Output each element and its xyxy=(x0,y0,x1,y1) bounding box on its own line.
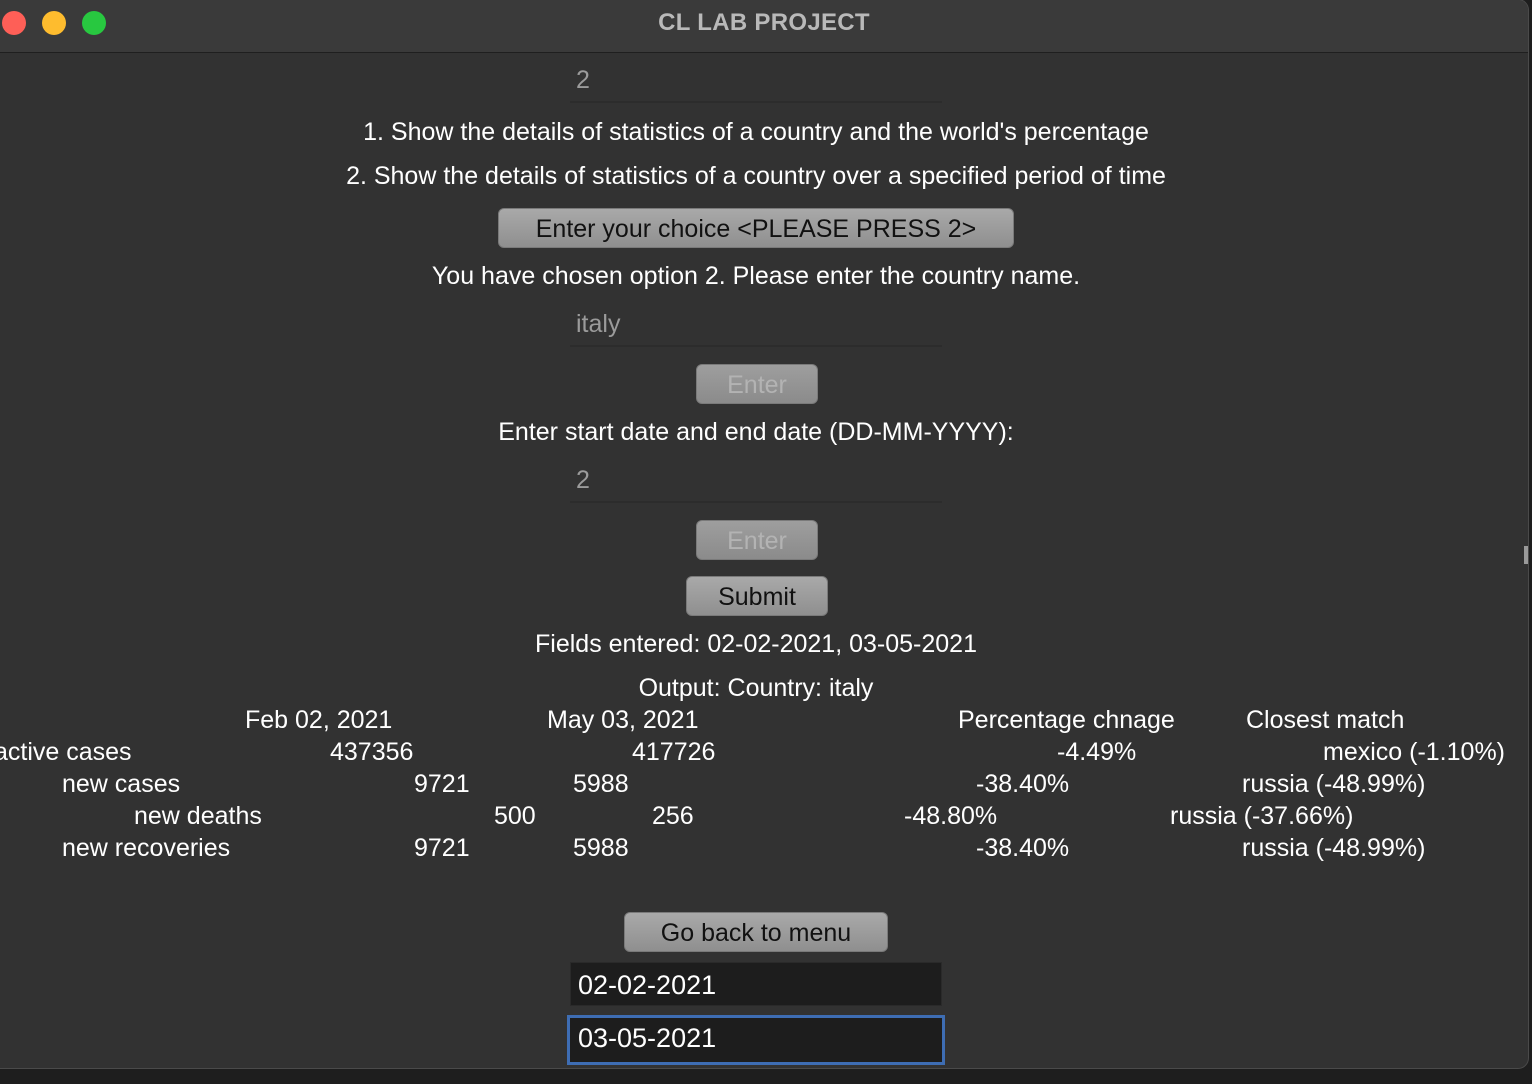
row-end-value: 256 xyxy=(652,802,694,830)
row-change-value: -38.40% xyxy=(976,834,1070,862)
title-bar: CL LAB PROJECT xyxy=(0,0,1528,53)
date-count-input[interactable]: 2 xyxy=(570,457,942,503)
header-end-date: May 03, 2021 xyxy=(547,706,699,734)
row-start-value: 437356 xyxy=(330,738,414,766)
enter-choice-button[interactable]: Enter your choice <PLEASE PRESS 2> xyxy=(498,208,1014,248)
header-closest-match: Closest match xyxy=(1246,706,1405,734)
submit-button[interactable]: Submit xyxy=(686,576,828,616)
row-closest-match: mexico (-1.10%) xyxy=(1323,738,1505,766)
country-input[interactable]: italy xyxy=(570,301,942,347)
fields-entered-text: Fields entered: 02-02-2021, 03-05-2021 xyxy=(535,630,977,658)
row-label: new recoveries xyxy=(62,834,231,862)
row-end-value: 5988 xyxy=(573,834,629,862)
country-prompt: You have chosen option 2. Please enter t… xyxy=(431,262,1081,290)
window-resize-handle[interactable] xyxy=(1524,546,1528,564)
row-start-value: 500 xyxy=(494,802,536,830)
row-label: active cases xyxy=(0,738,132,766)
row-closest-match: russia (-48.99%) xyxy=(1242,770,1426,798)
header-percentage-change: Percentage chnage xyxy=(958,706,1175,734)
row-start-value: 9721 xyxy=(414,770,470,798)
row-change-value: -4.49% xyxy=(1057,738,1137,766)
row-closest-match: russia (-48.99%) xyxy=(1242,834,1426,862)
row-end-value: 417726 xyxy=(632,738,716,766)
row-closest-match: russia (-37.66%) xyxy=(1170,802,1354,830)
window-title: CL LAB PROJECT xyxy=(658,9,870,36)
row-change-value: -38.40% xyxy=(976,770,1070,798)
go-back-to-menu-button[interactable]: Go back to menu xyxy=(624,912,888,952)
header-start-date: Feb 02, 2021 xyxy=(245,706,393,734)
menu-option-2: 2. Show the details of statistics of a c… xyxy=(346,162,1166,190)
date-prompt: Enter start date and end date (DD-MM-YYY… xyxy=(498,418,1014,446)
row-label: new deaths xyxy=(134,802,262,830)
menu-choice-input[interactable]: 2 xyxy=(570,57,942,103)
menu-option-1: 1. Show the details of statistics of a c… xyxy=(363,118,1149,146)
row-change-value: -48.80% xyxy=(904,802,998,830)
app-window: CL LAB PROJECT 2 1. Show the details of … xyxy=(0,0,1528,1068)
country-enter-button[interactable]: Enter xyxy=(696,364,818,404)
output-heading: Output: Country: italy xyxy=(638,674,874,702)
row-start-value: 9721 xyxy=(414,834,470,862)
start-date-input[interactable]: 02-02-2021 xyxy=(570,962,942,1006)
row-label: new cases xyxy=(62,770,181,798)
row-end-value: 5988 xyxy=(573,770,629,798)
end-date-input[interactable]: 03-05-2021 xyxy=(567,1015,945,1065)
date-enter-button[interactable]: Enter xyxy=(696,520,818,560)
